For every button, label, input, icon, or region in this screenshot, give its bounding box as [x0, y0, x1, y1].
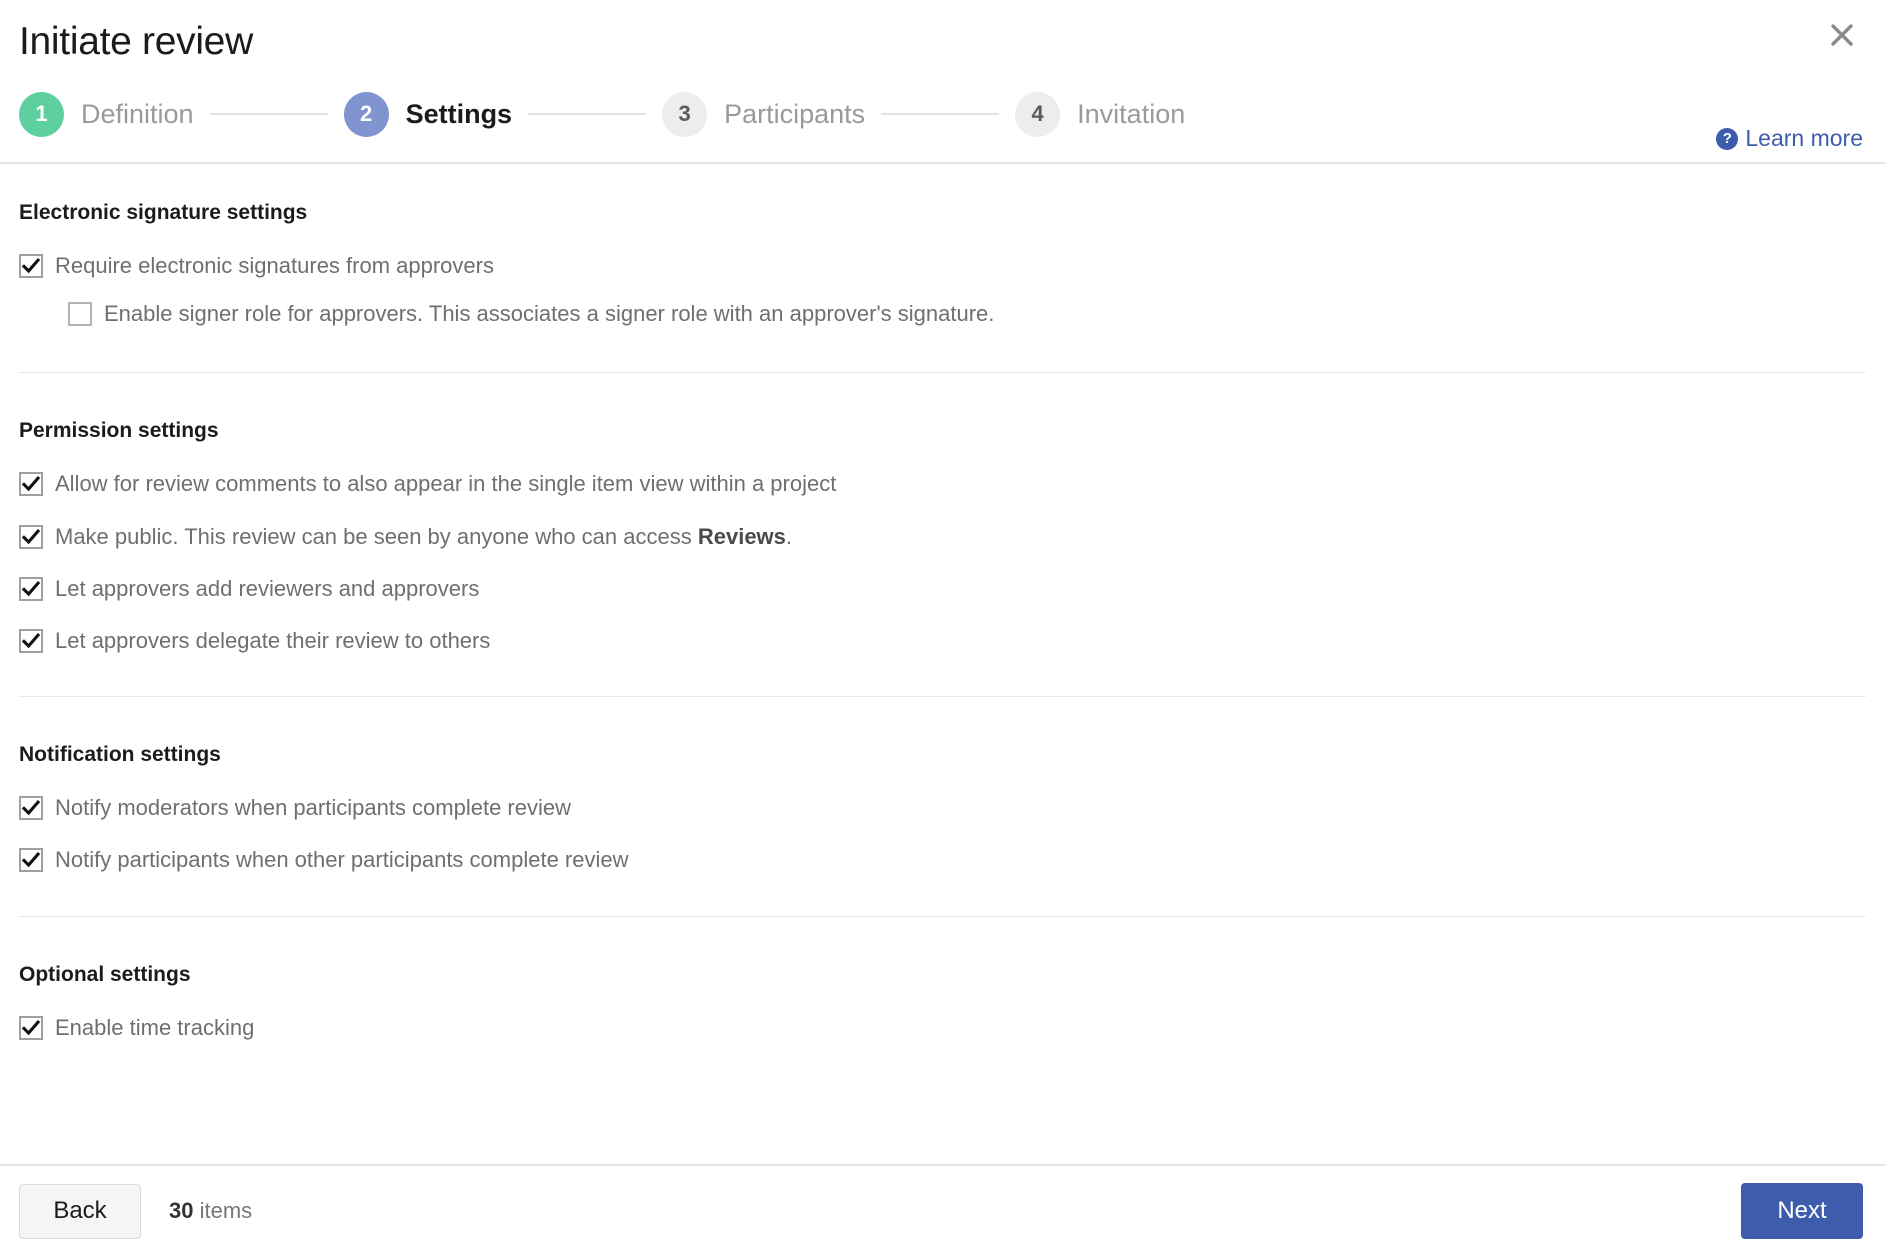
- checkmark-icon: [21, 800, 41, 816]
- checkmark-icon: [21, 633, 41, 649]
- checkbox-row[interactable]: Let approvers add reviewers and approver…: [19, 575, 1866, 601]
- checkmark-icon: [21, 258, 41, 274]
- dialog-footer: Back 30 items Next: [0, 1164, 1885, 1256]
- checkbox-checked[interactable]: [19, 472, 43, 497]
- close-button[interactable]: [1819, 12, 1865, 58]
- checkmark-icon: [21, 476, 41, 492]
- step-label: Participants: [724, 98, 866, 129]
- checkbox-label: Notify participants when other participa…: [55, 847, 629, 873]
- checkbox-label: Allow for review comments to also appear…: [55, 471, 837, 497]
- back-button[interactable]: Back: [19, 1183, 141, 1239]
- checkbox-checked[interactable]: [19, 629, 43, 654]
- checkbox-unchecked[interactable]: [68, 302, 92, 327]
- step-badge: 1: [19, 91, 64, 137]
- checkbox-row[interactable]: Notify participants when other participa…: [19, 847, 1866, 873]
- section-permission-settings: Permission settings Allow for review comm…: [19, 419, 1866, 654]
- page-title: Initiate review: [19, 20, 253, 63]
- step-badge: 2: [343, 91, 389, 137]
- checkbox-row[interactable]: Notify moderators when participants comp…: [19, 795, 1866, 821]
- checkbox-checked[interactable]: [19, 848, 43, 873]
- checkmark-icon: [21, 528, 41, 544]
- section-title: Optional settings: [19, 962, 191, 986]
- section-notification-settings: Notification settings Notify moderators w…: [19, 743, 1866, 873]
- step-connector: [209, 113, 328, 115]
- learn-more-link[interactable]: ? Learn more: [1716, 127, 1863, 150]
- section-electronic-signature-settings: Electronic signature settings Require ele…: [19, 201, 1866, 327]
- checkbox-row[interactable]: Make public. This review can be seen by …: [19, 523, 1866, 549]
- checkmark-icon: [21, 852, 41, 868]
- section-title: Permission settings: [19, 419, 219, 443]
- checkbox-label: Let approvers add reviewers and approver…: [55, 575, 480, 601]
- step-badge: 3: [662, 91, 708, 137]
- checkbox-label: Notify moderators when participants comp…: [55, 795, 572, 821]
- section-divider: [19, 915, 1866, 917]
- checkbox-row[interactable]: Let approvers delegate their review to o…: [19, 627, 1866, 654]
- checkbox-row[interactable]: Enable time tracking: [19, 1014, 1866, 1040]
- section-divider: [19, 372, 1866, 374]
- checkbox-checked[interactable]: [19, 796, 43, 821]
- initiate-review-dialog: Initiate review 1 Definition 2 Settings 3 Par…: [0, 0, 1885, 1256]
- step-label: Definition: [81, 98, 194, 129]
- section-optional-settings: Optional settings Enable time tracking: [19, 964, 1866, 1040]
- section-title: Electronic signature settings: [19, 201, 308, 224]
- checkbox-checked[interactable]: [19, 576, 43, 601]
- section-divider: [19, 696, 1866, 698]
- checkbox-row[interactable]: Require electronic signatures from appro…: [19, 253, 1866, 279]
- stepper: 1 Definition 2 Settings 3 Participants 4 Invita…: [0, 66, 1885, 162]
- checkbox-label: Make public. This review can be seen by …: [55, 523, 793, 549]
- step-label: Settings: [405, 98, 513, 129]
- step-connector: [528, 113, 647, 115]
- checkbox-label: Enable time tracking: [55, 1014, 255, 1040]
- checkbox-row[interactable]: Allow for review comments to also appear…: [19, 471, 1866, 497]
- next-button[interactable]: Next: [1741, 1183, 1863, 1239]
- settings-body: Electronic signature settings Require ele…: [0, 164, 1885, 1164]
- section-title: Notification settings: [19, 743, 221, 767]
- item-count-number: 30: [169, 1198, 194, 1223]
- step-badge: 4: [1015, 91, 1061, 137]
- learn-more-label: Learn more: [1745, 125, 1863, 151]
- step-invitation[interactable]: 4 Invitation: [1015, 91, 1186, 137]
- step-definition[interactable]: 1 Definition: [19, 91, 194, 137]
- checkmark-icon: [21, 1019, 41, 1035]
- checkbox-label: Require electronic signatures from appro…: [55, 253, 494, 278]
- checkbox-checked[interactable]: [19, 1015, 43, 1040]
- checkbox-checked[interactable]: [19, 524, 43, 549]
- checkmark-icon: [21, 580, 41, 597]
- dialog-header: Initiate review: [0, 0, 1885, 66]
- checkbox-label: Enable signer role for approvers. This a…: [104, 301, 995, 327]
- step-label: Invitation: [1077, 98, 1186, 129]
- step-participants[interactable]: 3 Participants: [662, 91, 866, 137]
- help-circle-icon: ?: [1716, 127, 1739, 150]
- step-settings[interactable]: 2 Settings: [343, 91, 513, 137]
- checkbox-row[interactable]: Enable signer role for approvers. This a…: [19, 301, 1866, 327]
- checkbox-checked[interactable]: [19, 254, 43, 279]
- close-icon: [1827, 20, 1857, 50]
- step-connector: [881, 113, 1000, 115]
- checkbox-label: Let approvers delegate their review to o…: [55, 627, 491, 653]
- item-count-unit: items: [199, 1198, 253, 1223]
- item-count: 30 items: [169, 1200, 252, 1222]
